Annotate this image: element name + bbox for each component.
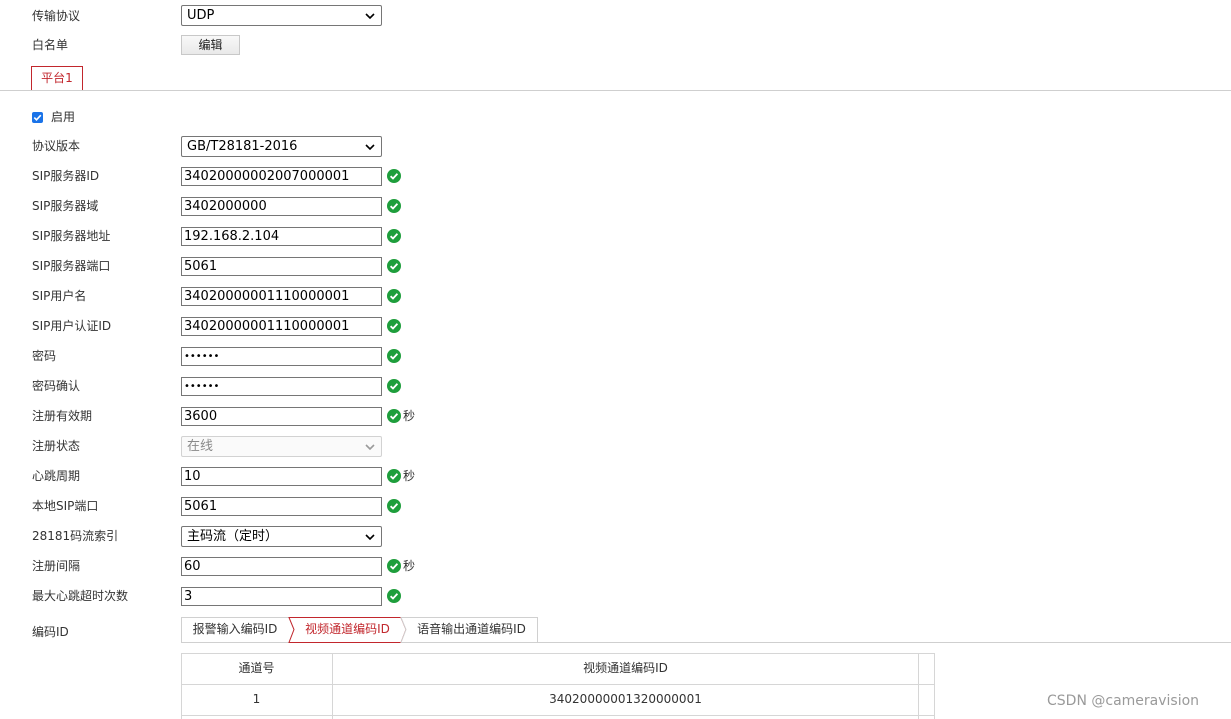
tab-platform-1[interactable]: 平台1 — [31, 66, 83, 91]
field-9-label: 注册有效期 — [32, 409, 93, 423]
field-14-unit: 秒 — [403, 559, 416, 573]
field-11-unit: 秒 — [403, 469, 416, 483]
tab-divider — [0, 90, 1231, 91]
field-13-value: 主码流（定时） — [187, 529, 279, 544]
field-4-label: SIP服务器端口 — [32, 259, 111, 273]
field-14-label: 注册间隔 — [32, 559, 81, 573]
valid-check-icon — [387, 379, 401, 393]
field-12-input[interactable]: 5061 — [181, 497, 382, 516]
field-5-label: SIP用户名 — [32, 289, 87, 303]
field-4-input[interactable]: 5061 — [181, 257, 382, 276]
tab-video-channel-code[interactable]: 视频通道编码ID — [294, 617, 401, 642]
valid-check-icon — [387, 319, 401, 333]
valid-check-icon — [387, 229, 401, 243]
transport-select[interactable]: UDP — [181, 5, 382, 26]
field-9-unit: 秒 — [403, 409, 416, 423]
transport-label: 传输协议 — [32, 9, 81, 23]
field-14-input[interactable]: 60 — [181, 557, 382, 576]
field-8-label: 密码确认 — [32, 379, 81, 393]
code-id-label: 编码ID — [32, 625, 69, 639]
enable-checkbox[interactable] — [32, 112, 43, 123]
field-7-password-input[interactable]: •••••• — [181, 347, 382, 366]
valid-check-icon — [387, 499, 401, 513]
field-8-password-input[interactable]: •••••• — [181, 377, 382, 396]
field-10-select: 在线 — [181, 436, 382, 457]
field-2-label: SIP服务器域 — [32, 199, 99, 213]
code-tabs-divider — [537, 642, 1231, 643]
transport-value: UDP — [187, 8, 215, 23]
valid-check-icon — [387, 589, 401, 603]
field-15-input[interactable]: 3 — [181, 587, 382, 606]
field-0-label: 协议版本 — [32, 139, 81, 153]
field-2-input[interactable]: 3402000000 — [181, 197, 382, 216]
edit-whitelist-button[interactable]: 编辑 — [181, 35, 240, 55]
header-video-channel-code: 视频通道编码ID — [583, 661, 668, 675]
chevron-down-icon — [365, 144, 375, 151]
field-6-input[interactable]: 34020000001110000001 — [181, 317, 382, 336]
tab-alarm-input-code[interactable]: 报警输入编码ID — [181, 617, 289, 642]
valid-check-icon — [387, 409, 401, 423]
valid-check-icon — [387, 559, 401, 573]
field-7-label: 密码 — [32, 349, 57, 363]
valid-check-icon — [387, 349, 401, 363]
field-9-input[interactable]: 3600 — [181, 407, 382, 426]
row-1-video-channel-code[interactable]: 34020000001320000001 — [333, 692, 918, 706]
field-13-label: 28181码流索引 — [32, 529, 119, 543]
field-10-label: 注册状态 — [32, 439, 81, 453]
valid-check-icon — [387, 169, 401, 183]
field-13-select[interactable]: 主码流（定时） — [181, 526, 382, 547]
field-10-value: 在线 — [187, 439, 214, 454]
row-1-channel-no: 1 — [252, 692, 261, 706]
valid-check-icon — [387, 259, 401, 273]
valid-check-icon — [387, 289, 401, 303]
field-3-input[interactable]: 192.168.2.104 — [181, 227, 382, 246]
field-11-input[interactable]: 10 — [181, 467, 382, 486]
field-1-label: SIP服务器ID — [32, 169, 100, 183]
header-channel-no: 通道号 — [238, 661, 275, 675]
watermark: CSDN @cameravision — [1047, 693, 1200, 709]
field-0-value: GB/T28181-2016 — [187, 139, 298, 154]
field-5-input[interactable]: 34020000001110000001 — [181, 287, 382, 306]
field-15-label: 最大心跳超时次数 — [32, 589, 129, 603]
field-1-input[interactable]: 34020000002007000001 — [181, 167, 382, 186]
valid-check-icon — [387, 199, 401, 213]
field-6-label: SIP用户认证ID — [32, 319, 112, 333]
field-12-label: 本地SIP端口 — [32, 499, 99, 513]
chevron-down-icon — [365, 534, 375, 541]
field-3-label: SIP服务器地址 — [32, 229, 111, 243]
whitelist-label: 白名单 — [32, 38, 69, 52]
chevron-down-icon — [365, 13, 375, 20]
field-11-label: 心跳周期 — [32, 469, 81, 483]
field-0-select[interactable]: GB/T28181-2016 — [181, 136, 382, 157]
enable-label: 启用 — [51, 110, 76, 124]
tab-audio-output-code[interactable]: 语音输出通道编码ID — [406, 617, 537, 642]
valid-check-icon — [387, 469, 401, 483]
chevron-down-icon — [365, 444, 375, 451]
check-icon — [33, 114, 42, 121]
